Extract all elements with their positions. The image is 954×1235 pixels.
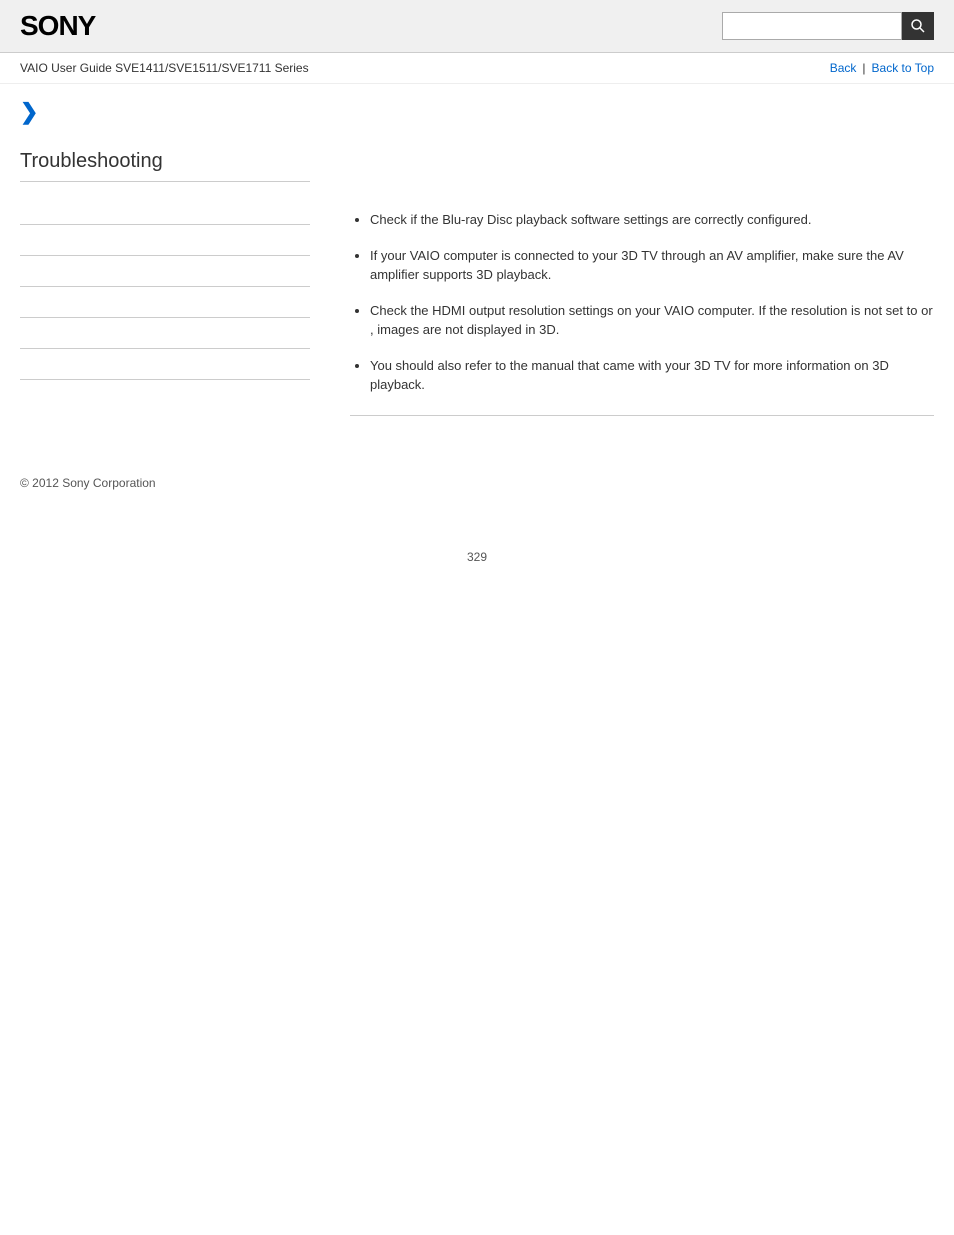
nav-bar: VAIO User Guide SVE1411/SVE1511/SVE1711 … <box>0 53 954 84</box>
bullet-item-2: If your VAIO computer is connected to yo… <box>370 246 934 285</box>
content-area: Troubleshooting Check if the Blu-ray Dis… <box>0 130 954 436</box>
search-button[interactable] <box>902 12 934 40</box>
page-number: 329 <box>0 550 954 584</box>
sidebar-title: Troubleshooting <box>20 150 310 182</box>
back-link[interactable]: Back <box>830 61 857 75</box>
bullet-item-3: Check the HDMI output resolution setting… <box>370 301 934 340</box>
page-wrapper: SONY VAIO User Guide SVE1411/SVE1511/SVE… <box>0 0 954 1235</box>
nav-title: VAIO User Guide SVE1411/SVE1511/SVE1711 … <box>20 61 309 75</box>
bullet-item-1: Check if the Blu-ray Disc playback softw… <box>370 210 934 230</box>
nav-links: Back | Back to Top <box>830 61 934 75</box>
sidebar-item-3[interactable] <box>20 256 310 287</box>
bullet-list: Check if the Blu-ray Disc playback softw… <box>350 210 934 395</box>
breadcrumb-chevron[interactable]: ❯ <box>20 99 38 125</box>
sidebar-item-2[interactable] <box>20 225 310 256</box>
header: SONY <box>0 0 954 53</box>
back-to-top-link[interactable]: Back to Top <box>872 61 934 75</box>
main-content: Check if the Blu-ray Disc playback softw… <box>330 150 934 416</box>
search-input[interactable] <box>722 12 902 40</box>
sidebar: Troubleshooting <box>20 150 330 416</box>
copyright-text: © 2012 Sony Corporation <box>20 476 156 490</box>
sidebar-item-1[interactable] <box>20 194 310 225</box>
footer: © 2012 Sony Corporation <box>0 456 954 510</box>
content-divider <box>350 415 934 416</box>
nav-separator: | <box>862 61 865 75</box>
sony-logo: SONY <box>20 10 95 42</box>
sidebar-item-6[interactable] <box>20 349 310 380</box>
bullet-item-4: You should also refer to the manual that… <box>370 356 934 395</box>
sidebar-item-5[interactable] <box>20 318 310 349</box>
sidebar-item-4[interactable] <box>20 287 310 318</box>
search-area <box>722 12 934 40</box>
search-icon <box>910 18 926 34</box>
breadcrumb-area: ❯ <box>0 84 954 130</box>
